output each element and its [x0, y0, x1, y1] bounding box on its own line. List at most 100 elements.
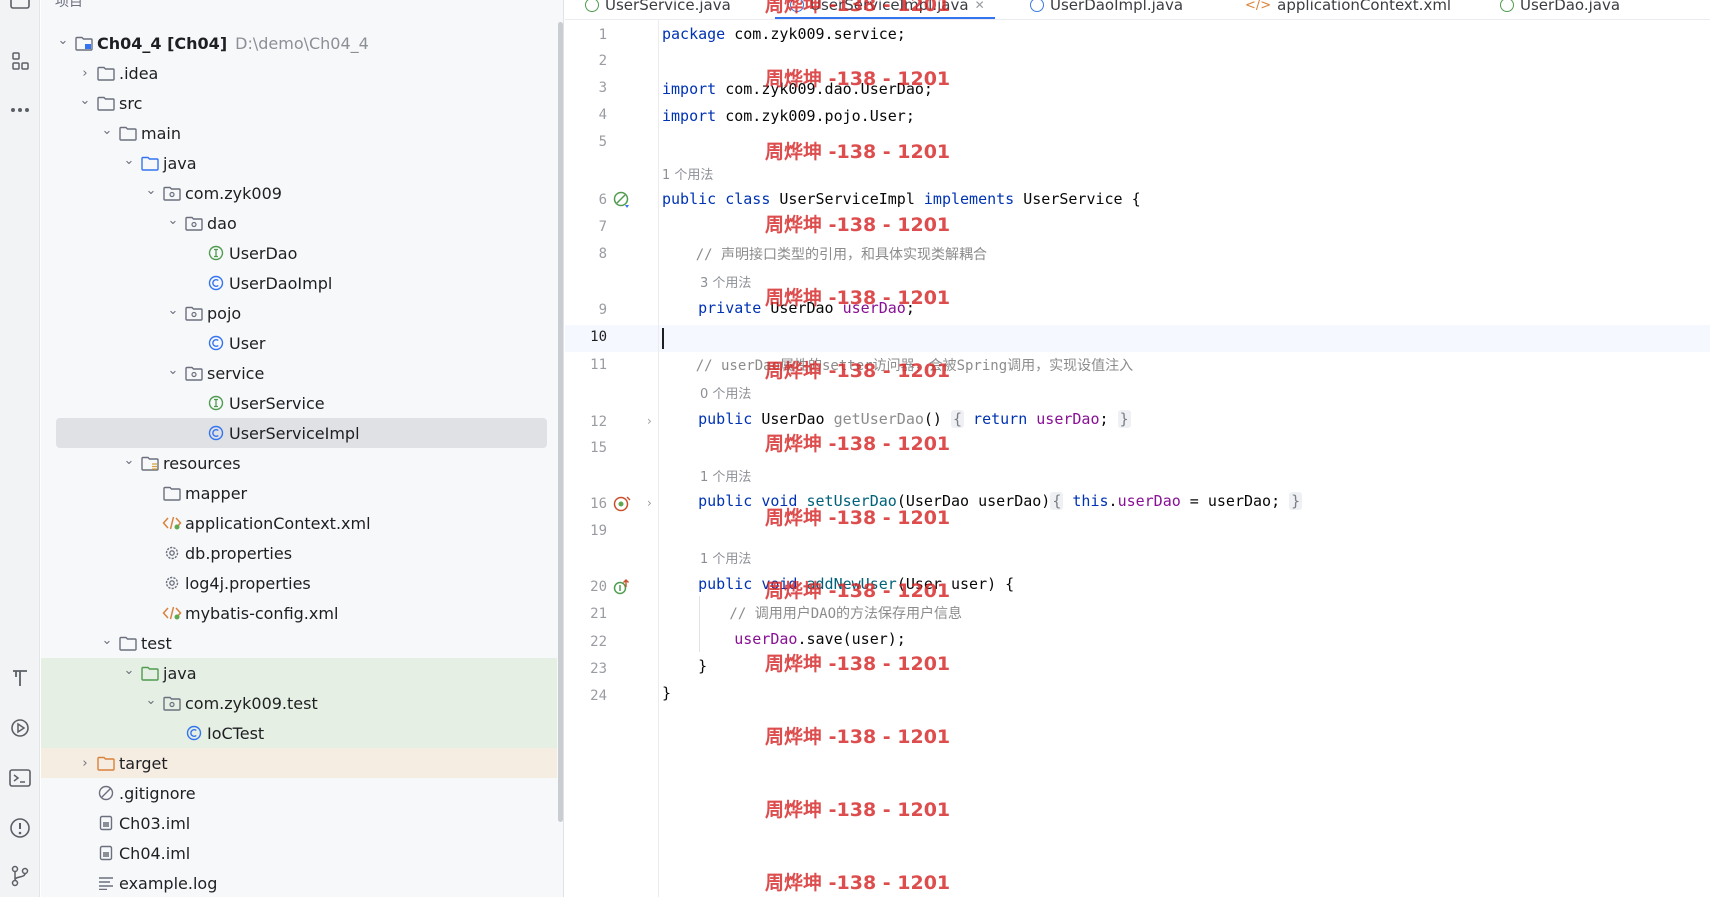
- tree-scrollbar[interactable]: [558, 22, 563, 822]
- chevron-down-icon[interactable]: ⌄: [163, 213, 183, 228]
- tree-item-pojo[interactable]: ⌄ pojo: [41, 298, 557, 328]
- usage-hint[interactable]: 1 个用法: [700, 466, 751, 485]
- problems-icon[interactable]: [4, 812, 36, 844]
- tree-item-userservice[interactable]: UserService: [41, 388, 557, 418]
- tree-item-label: com.zyk009.test: [185, 693, 318, 713]
- tree-item-db-properties[interactable]: db.properties: [41, 538, 557, 568]
- tree-item-dao[interactable]: ⌄ dao: [41, 208, 557, 238]
- tree-item-resources[interactable]: ⌄ resources: [41, 448, 557, 478]
- fold-brace[interactable]: }: [1117, 410, 1131, 428]
- tab-userservice[interactable]: UserService.java: [585, 0, 731, 16]
- chevron-down-icon[interactable]: ⌄: [119, 453, 139, 468]
- chevron-down-icon[interactable]: ⌄: [141, 693, 161, 708]
- fold-expand-icon[interactable]: ›: [647, 414, 652, 428]
- tree-item-ch04-4-ch04[interactable]: ⌄ Ch04_4 [Ch04] D:\demo\Ch04_4: [41, 28, 557, 58]
- tree-item-idea[interactable]: › .idea: [41, 58, 557, 88]
- tree-item-label: log4j.properties: [185, 573, 311, 593]
- properties-icon: [161, 573, 183, 593]
- tree-item-label: db.properties: [185, 543, 293, 563]
- structure-icon[interactable]: [4, 45, 36, 77]
- implements-method-marker-icon[interactable]: [613, 578, 631, 596]
- test-folder-icon: [139, 663, 161, 683]
- tab-applicationcontext[interactable]: </> applicationContext.xml: [1245, 0, 1451, 16]
- tree-item-mapper[interactable]: mapper: [41, 478, 557, 508]
- tab-userdao[interactable]: UserDao.java: [1500, 0, 1620, 16]
- chevron-down-icon[interactable]: ⌄: [97, 633, 117, 648]
- tree-item-label: example.log: [119, 873, 218, 893]
- build-icon[interactable]: [4, 662, 36, 694]
- git-icon[interactable]: [4, 860, 36, 892]
- tree-item-example-log[interactable]: example.log: [41, 868, 557, 897]
- package-icon: [183, 303, 205, 323]
- close-icon[interactable]: ✕: [975, 0, 985, 12]
- tree-item-test[interactable]: ⌄ test: [41, 628, 557, 658]
- code-text: (UserDao userDao): [896, 492, 1051, 510]
- fold-brace[interactable]: }: [1289, 492, 1303, 510]
- code-text: (User user) {: [896, 575, 1015, 593]
- tree-item-user[interactable]: User: [41, 328, 557, 358]
- chevron-right-icon[interactable]: ›: [75, 66, 95, 81]
- tree-item-log4j-properties[interactable]: log4j.properties: [41, 568, 557, 598]
- chevron-down-icon[interactable]: ⌄: [119, 663, 139, 678]
- chevron-down-icon[interactable]: ⌄: [163, 363, 183, 378]
- tree-item-main[interactable]: ⌄ main: [41, 118, 557, 148]
- tree-item-ch03-iml[interactable]: Ch03.iml: [41, 808, 557, 838]
- tree-item-userdaoimpl[interactable]: UserDaoImpl: [41, 268, 557, 298]
- tree-item-applicationcontext-xml[interactable]: applicationContext.xml: [41, 508, 557, 538]
- tab-userserviceimpl[interactable]: UserServiceImpl.java ✕: [790, 0, 985, 16]
- editor-tabs: UserService.java UserServiceImpl.java ✕ U…: [565, 0, 1710, 20]
- tree-item-target[interactable]: › target: [41, 748, 557, 778]
- tree-item-mybatis-config-xml[interactable]: mybatis-config.xml: [41, 598, 557, 628]
- usage-hint[interactable]: 1 个用法: [700, 548, 751, 567]
- tree-item-com-zyk009[interactable]: ⌄ com.zyk009: [41, 178, 557, 208]
- iml-file-icon: [95, 843, 117, 863]
- project-icon[interactable]: [4, 0, 36, 18]
- tree-item-java[interactable]: ⌄ java: [41, 148, 557, 178]
- tree-item-userserviceimpl[interactable]: UserServiceImpl: [56, 418, 547, 448]
- tree-item-label: java: [163, 153, 197, 173]
- code-line-3: import com.zyk009.dao.UserDao;: [662, 80, 933, 98]
- tree-item-userdao[interactable]: UserDao: [41, 238, 557, 268]
- current-line-highlight: [565, 325, 1710, 352]
- chevron-down-icon[interactable]: ⌄: [53, 33, 73, 48]
- chevron-down-icon[interactable]: ⌄: [97, 123, 117, 138]
- code-line-22: userDao.save(user);: [662, 630, 906, 648]
- module-path: D:\demo\Ch04_4: [235, 33, 369, 53]
- line-number: 6: [598, 192, 607, 208]
- code-text: com.zyk009.dao.UserDao;: [716, 80, 933, 98]
- tree-item-src[interactable]: ⌄ src: [41, 88, 557, 118]
- chevron-down-icon[interactable]: ⌄: [119, 153, 139, 168]
- tree-item-label: mapper: [185, 483, 248, 503]
- tree-item-ch04-iml[interactable]: Ch04.iml: [41, 838, 557, 868]
- package-icon: [183, 213, 205, 233]
- tree-item-java[interactable]: ⌄ java: [41, 658, 557, 688]
- fold-brace[interactable]: {: [951, 410, 965, 428]
- code-line-24: }: [662, 684, 672, 702]
- chevron-right-icon[interactable]: ›: [75, 756, 95, 771]
- terminal-icon[interactable]: [4, 762, 36, 794]
- implemented-marker-icon[interactable]: [613, 191, 631, 209]
- usage-hint[interactable]: 3 个用法: [700, 272, 751, 291]
- usage-hint[interactable]: 0 个用法: [700, 383, 751, 402]
- more-icon[interactable]: [4, 94, 36, 126]
- chevron-down-icon[interactable]: ⌄: [75, 93, 95, 108]
- tree-item-gitignore[interactable]: .gitignore: [41, 778, 557, 808]
- tree-item-service[interactable]: ⌄ service: [41, 358, 557, 388]
- method-name: setUserDao: [806, 492, 897, 510]
- package-icon: [183, 363, 205, 383]
- line-number: 23: [590, 661, 607, 677]
- tab-label: UserServiceImpl.java: [810, 0, 969, 14]
- tree-item-com-zyk009-test[interactable]: ⌄ com.zyk009.test: [41, 688, 557, 718]
- chevron-down-icon[interactable]: ⌄: [141, 183, 161, 198]
- fold-brace[interactable]: {: [1050, 492, 1064, 510]
- fold-expand-icon[interactable]: ›: [647, 496, 652, 510]
- keyword: public void: [662, 575, 807, 593]
- tree-item-ioctest[interactable]: IoCTest: [41, 718, 557, 748]
- tab-userdaoimpl[interactable]: UserDaoImpl.java: [1030, 0, 1183, 16]
- code-editor[interactable]: UserService.java UserServiceImpl.java ✕ U…: [565, 0, 1710, 897]
- bean-setter-marker-icon[interactable]: [613, 495, 631, 513]
- keyword: this: [1063, 492, 1109, 510]
- chevron-down-icon[interactable]: ⌄: [163, 303, 183, 318]
- run-icon[interactable]: [4, 712, 36, 744]
- usage-hint[interactable]: 1 个用法: [662, 164, 713, 183]
